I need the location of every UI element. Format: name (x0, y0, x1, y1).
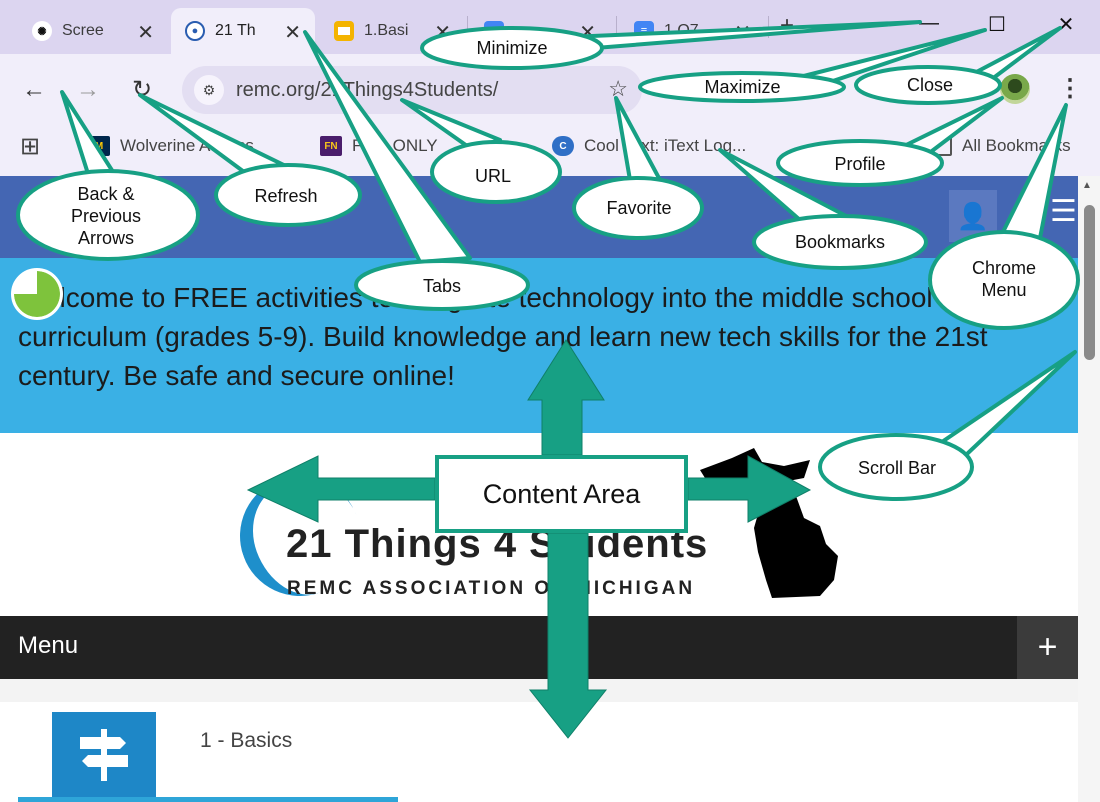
tab-21things[interactable]: ● 21 Th ✕ (171, 8, 315, 54)
tab-title: 21 Th (215, 22, 256, 39)
michigan-map-icon (700, 448, 838, 598)
maximize-button[interactable]: ☐ (982, 12, 1012, 37)
tab-title: 1.Basi (364, 22, 409, 39)
tab-separator (467, 16, 468, 38)
bookmark-label: Flix : ONLY (352, 136, 438, 155)
bookmark-wolverine-access[interactable]: M Wolverine Access (88, 134, 254, 158)
docs-icon: ≡ (484, 21, 504, 41)
user-icon[interactable]: 👤 (949, 190, 997, 242)
tab-title: Scree (62, 22, 104, 39)
signpost-icon[interactable] (52, 712, 156, 797)
progress-badge-icon (11, 268, 63, 320)
address-bar[interactable]: ⚙ remc.org/21Things4Students/ ☆ (182, 66, 642, 114)
tab-separator (616, 16, 617, 38)
close-tab-icon[interactable]: ✕ (579, 20, 596, 45)
close-tab-icon[interactable]: ✕ (137, 20, 154, 45)
close-tab-icon[interactable]: ✕ (734, 20, 751, 45)
tab-doc-q7[interactable]: ≡ 1 Q7 ✕ (620, 8, 765, 54)
remc-icon: ● (185, 21, 205, 41)
flix-icon: FN (320, 136, 342, 156)
cooltext-icon: C (552, 136, 574, 156)
hero-text: Welcome to FREE activities to integrate … (18, 282, 1068, 391)
site-info-icon[interactable]: ⚙ (194, 75, 224, 105)
scroll-up-arrow-icon[interactable]: ▲ (1082, 180, 1092, 191)
menu-label[interactable]: Menu (18, 632, 78, 660)
brand-subtitle: REMC ASSOCIATION OF MICHIGAN (287, 578, 696, 599)
scrollbar-thumb[interactable] (1084, 205, 1095, 360)
bookmark-label: Cool Text: iText Log... (584, 136, 747, 155)
bookmark-label: Wolverine Access (120, 136, 254, 155)
forward-button[interactable]: → (74, 78, 102, 102)
tab-screenshot[interactable]: ✺ Scree ✕ (18, 8, 168, 54)
bookmark-flix[interactable]: FN Flix : ONLY (320, 134, 438, 158)
slides-icon (334, 21, 354, 41)
site-logo[interactable] (18, 200, 52, 234)
menu-expand-button[interactable]: + (1017, 616, 1078, 679)
bookmark-cooltext[interactable]: C Cool Text: iText Log... (552, 134, 746, 158)
tab-separator (768, 16, 769, 38)
tab-basics-slides[interactable]: 1.Basi ✕ (320, 8, 465, 54)
new-tab-button[interactable]: + (780, 12, 794, 40)
callout-scroll-bar: Scroll Bar (857, 458, 937, 478)
basics-link[interactable]: 1 - Basics (200, 729, 292, 753)
folder-icon (930, 136, 952, 156)
profile-avatar[interactable] (1000, 74, 1030, 104)
apps-grid-icon[interactable]: ⊞ (20, 133, 40, 160)
minimize-button[interactable]: — (914, 12, 944, 35)
site-menu-bar[interactable] (0, 616, 1078, 679)
refresh-button[interactable]: ↻ (128, 78, 156, 102)
docs-icon: ≡ (634, 21, 654, 41)
chrome-menu-button[interactable]: ⋮ (1058, 74, 1082, 104)
block-m-icon: M (88, 136, 110, 156)
all-bookmarks-label: All Bookmarks (962, 136, 1071, 155)
site-header (0, 176, 1078, 258)
close-tab-icon[interactable]: ✕ (284, 20, 301, 45)
url-text[interactable]: remc.org/21Things4Students/ (236, 79, 498, 102)
tab-title: 1 Q7 (664, 22, 699, 39)
hamburger-icon[interactable]: ☰ (1050, 194, 1077, 229)
item-underline (18, 797, 398, 802)
callout-content-area: Content Area (435, 455, 688, 533)
close-tab-icon[interactable]: ✕ (434, 20, 451, 45)
all-bookmarks[interactable]: All Bookmarks (930, 134, 1071, 158)
close-window-button[interactable]: ✕ (1051, 12, 1081, 37)
bookmark-star-icon[interactable]: ☆ (608, 76, 628, 102)
content-divider (0, 679, 1078, 702)
openai-icon: ✺ (32, 21, 52, 41)
back-button[interactable]: ← (20, 78, 48, 102)
tab-doc[interactable]: ≡ ✕ (470, 8, 610, 54)
